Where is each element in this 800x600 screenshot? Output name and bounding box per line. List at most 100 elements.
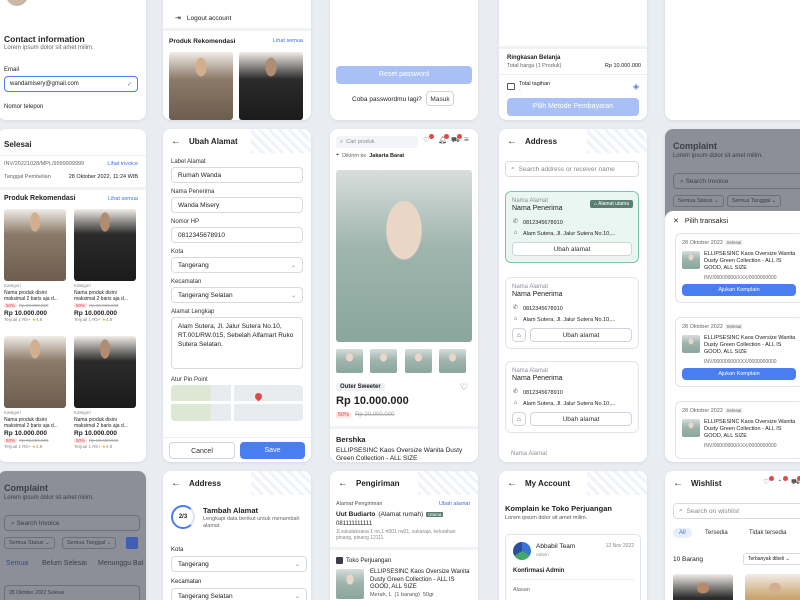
change-address-button[interactable]: Ubah alamat bbox=[530, 412, 632, 426]
district-select[interactable]: Tangerang Selatan ⌄ bbox=[171, 287, 303, 303]
cancel-button[interactable]: Cancel bbox=[169, 442, 235, 459]
filter-date[interactable]: Semua Tanggal ⌄ bbox=[727, 195, 782, 207]
invoice-link[interactable]: Lihat invoice bbox=[107, 161, 138, 167]
city-select[interactable]: Tangerang ⌄ bbox=[171, 556, 307, 572]
summary-card: Ringkasan Belanja Total harga (1 Produk)… bbox=[499, 0, 647, 120]
receiver-field[interactable]: Wanda Misery bbox=[171, 197, 303, 213]
product-name: Nama produk disini maksimal 2 baris aja … bbox=[74, 417, 128, 429]
filter-status[interactable]: Semua Status ⌄ bbox=[673, 195, 724, 207]
complaint-item[interactable]: 28 Oktober 2022 Selesai bbox=[4, 585, 140, 600]
product-image[interactable] bbox=[673, 574, 733, 600]
submit-complaint-button[interactable]: Ajukan Komplain bbox=[682, 367, 796, 380]
search-input[interactable]: ⌕ Search address or receiver name bbox=[505, 161, 639, 177]
city-select[interactable]: Tangerang ⌄ bbox=[171, 257, 303, 273]
tab-all[interactable]: All bbox=[673, 528, 692, 538]
label-address-field[interactable]: Rumah Wanda bbox=[171, 167, 303, 183]
ship-address-label: Alamat Pengiriman bbox=[336, 501, 383, 507]
product-card[interactable]: Kategori Nama produk disini maksimal 2 b… bbox=[4, 336, 66, 450]
team-name: Abbabil Team bbox=[536, 543, 576, 550]
back-arrow-icon[interactable]: ← bbox=[171, 136, 181, 147]
change-address-button[interactable]: Ubah alamat bbox=[530, 328, 632, 342]
complaint-date: 28 Oktober 2022 bbox=[9, 590, 47, 596]
submit-complaint-button[interactable]: Ajukan Komplain bbox=[682, 283, 796, 296]
ship-to-row[interactable]: ⌖ Dikirim ke Jakarta Barat bbox=[336, 152, 404, 159]
home-icon-button[interactable]: ⌂ bbox=[512, 412, 526, 426]
product-card[interactable]: Kategori Nama produk disini maksimal 2 b… bbox=[74, 336, 136, 450]
chevron-down-icon: ⌄ bbox=[294, 593, 300, 600]
change-address-link[interactable]: Ubah alamat bbox=[439, 501, 470, 507]
contact-title: Contact information bbox=[4, 34, 85, 44]
receiver-address: Jl.sukalaksana 1 no.1 rt001 rw01, sukara… bbox=[336, 529, 456, 542]
step-text: 2/3 bbox=[178, 514, 188, 520]
tab-unavailable[interactable]: Tidak tersedia bbox=[743, 528, 792, 538]
thumbnail[interactable] bbox=[370, 349, 397, 373]
change-address-button[interactable]: Ubah alamat bbox=[512, 242, 632, 256]
back-arrow-icon[interactable]: ← bbox=[673, 478, 683, 489]
address-item[interactable]: Nama Alamat ⌂ Alamat utama Nama Penerima… bbox=[505, 191, 639, 263]
search-icon: ⌕ bbox=[340, 138, 344, 145]
contact-card: Contact information Lorem ipsum dolor si… bbox=[0, 0, 146, 120]
thumbnail[interactable] bbox=[405, 349, 432, 373]
address-item[interactable]: Nama Alamat Nama Penerima ✆ 0812345678910… bbox=[505, 277, 639, 349]
tab-all[interactable]: Semua bbox=[6, 560, 28, 567]
product-card[interactable]: Kategori Nama produk disini maksimal 2 b… bbox=[74, 209, 136, 323]
thumbnail[interactable] bbox=[336, 349, 363, 373]
menu-icon[interactable]: ≡ bbox=[464, 135, 469, 144]
address-list-card: ← Address ⌕ Search address or receiver n… bbox=[499, 129, 647, 462]
search-input[interactable]: ⌕ Search on wishlist bbox=[673, 503, 800, 519]
phone-icon: ✆ bbox=[512, 219, 519, 225]
tab-available[interactable]: Tersedia bbox=[699, 528, 734, 538]
close-icon[interactable]: ✕ bbox=[673, 217, 679, 225]
transaction-item[interactable]: 28 Oktober 2022 Selesai ELLIPSESINC Kaos… bbox=[675, 317, 800, 387]
login-button[interactable]: Masuk bbox=[426, 91, 454, 106]
save-button[interactable]: Save bbox=[240, 442, 305, 459]
transaction-item[interactable]: 28 Oktober 2022 Selesai ELLIPSESINC Kaos… bbox=[675, 233, 800, 303]
phone-field[interactable]: 0812345678910 bbox=[171, 227, 303, 243]
bell-icon[interactable]: ◔ bbox=[777, 478, 781, 485]
product-price: Rp 10.000.000 bbox=[74, 310, 118, 317]
logout-row[interactable]: ⇥ Logout account bbox=[175, 14, 231, 23]
thumbnail[interactable] bbox=[439, 349, 466, 373]
back-arrow-icon[interactable]: ← bbox=[338, 478, 348, 489]
product-card[interactable]: Kategori Nama produk disini maksimal 2 b… bbox=[4, 209, 66, 323]
map-preview[interactable] bbox=[171, 385, 303, 421]
notification-badge bbox=[429, 134, 434, 139]
filter-button[interactable] bbox=[126, 537, 138, 549]
shipping-card: ← Pengiriman Alamat Pengiriman Ubah alam… bbox=[330, 471, 478, 600]
district-select[interactable]: Tangerang Selatan ⌄ bbox=[171, 588, 307, 600]
complaint-detail-card: ← My Account Komplain ke Toko Perjuangan… bbox=[499, 471, 647, 600]
transaction-item[interactable]: 28 Oktober 2022 Selesai ELLIPSESINC Kaos… bbox=[675, 401, 800, 459]
search-bar[interactable]: ⌕ Cari produk bbox=[336, 136, 418, 148]
search-input[interactable]: ⌕ Search Invoice bbox=[673, 173, 800, 189]
pay-method-button[interactable]: Pilih Metode Pembayaran bbox=[507, 98, 639, 116]
sort-select[interactable]: Terbanyak dibeli ⌄ bbox=[743, 553, 800, 565]
filter-date[interactable]: Semua Tanggal ⌄ bbox=[62, 537, 117, 549]
trx-thumbnail bbox=[682, 419, 700, 437]
see-all-link[interactable]: Lihat semua bbox=[273, 38, 303, 44]
tab-unfinished[interactable]: Belum Selesai bbox=[42, 560, 87, 567]
chevron-down-icon: ⌄ bbox=[785, 556, 790, 562]
location-pin-icon: ⌖ bbox=[336, 152, 340, 158]
back-arrow-icon[interactable]: ← bbox=[507, 136, 517, 147]
product-main-image[interactable] bbox=[336, 170, 472, 342]
search-input[interactable]: ⌕ Search Invoice bbox=[4, 515, 140, 531]
email-field[interactable]: wandamisery@gmail.com ✓ bbox=[4, 76, 138, 92]
city-value: Tangerang bbox=[178, 261, 209, 269]
tab-waiting[interactable]: Menunggu Bal bbox=[98, 560, 143, 567]
product-image[interactable] bbox=[745, 574, 800, 600]
divider bbox=[330, 547, 478, 550]
home-icon-button[interactable]: ⌂ bbox=[512, 328, 526, 342]
address-item[interactable]: Nama Alamat Nama Penerima ✆ 0812345678910… bbox=[505, 361, 639, 433]
wishlist-heart-icon[interactable]: ♡ bbox=[460, 382, 468, 393]
reset-password-button[interactable]: Reset password bbox=[336, 66, 472, 84]
product-image[interactable] bbox=[169, 52, 233, 120]
back-arrow-icon[interactable]: ← bbox=[171, 478, 181, 489]
see-all-link[interactable]: Lihat semua bbox=[108, 196, 138, 202]
reset-password-card: Reset password Coba passwordmu lagi? Mas… bbox=[330, 0, 478, 120]
old-price: Rp 20.000.000 bbox=[355, 412, 395, 418]
district-value: Tangerang Selatan bbox=[178, 592, 233, 600]
back-arrow-icon[interactable]: ← bbox=[507, 478, 517, 489]
full-address-textarea[interactable]: Alam Sutera, Jl. Jalur Sutera No.10, RT.… bbox=[171, 317, 303, 369]
filter-status[interactable]: Semua Status ⌄ bbox=[4, 537, 55, 549]
product-image[interactable] bbox=[239, 52, 303, 120]
